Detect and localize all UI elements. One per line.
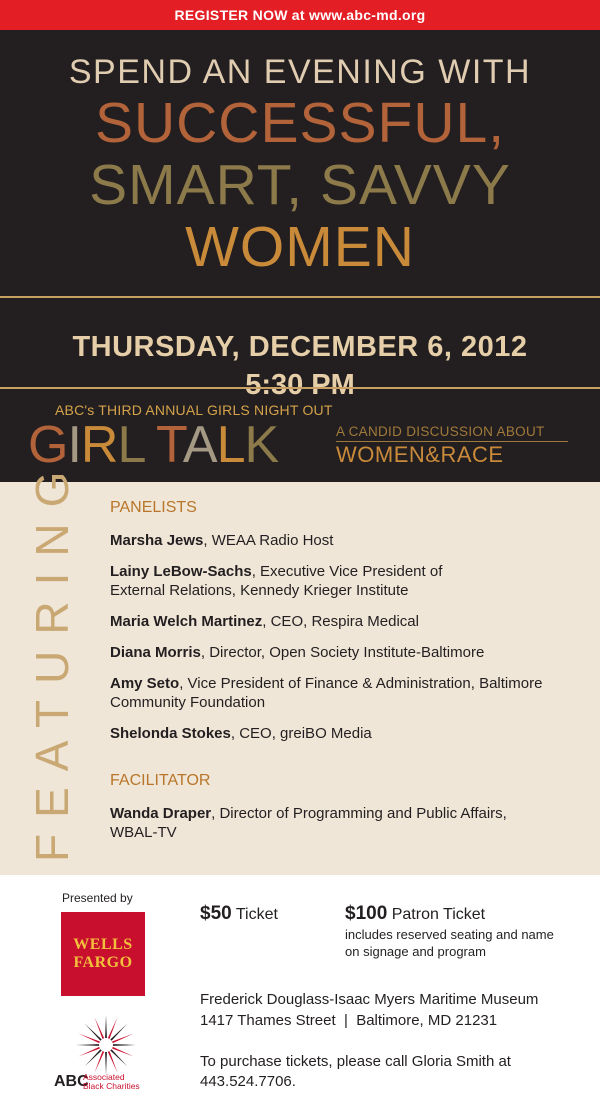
logo-letter: L — [216, 416, 246, 474]
starburst-ray — [112, 1044, 136, 1046]
starburst-ray — [110, 1023, 128, 1041]
wells-fargo-logo: WELLS FARGO — [61, 912, 145, 996]
venue-info: Frederick Douglass-Isaac Myers Maritime … — [200, 989, 538, 1031]
logo-letter: T — [143, 416, 184, 474]
facilitator-entry: Wanda Draper, Director of Programming an… — [110, 804, 530, 842]
flyer: REGISTER NOW at www.abc-md.org SPEND AN … — [0, 0, 600, 1114]
patron-ticket-note: includes reserved seating and name on si… — [345, 927, 554, 959]
panelist-role: , CEO, Respira Medical — [262, 613, 419, 630]
patron-ticket-label: Patron Ticket — [387, 906, 486, 923]
headline-line-3: SMART, SAVVY — [89, 153, 511, 217]
venue-address: 1417 Thames Street | Baltimore, MD 21231 — [200, 1012, 498, 1029]
panelist-role: , Director, Open Society Institute-Balti… — [200, 644, 485, 661]
panelist-role: , CEO, greiBO Media — [230, 725, 372, 742]
headline: SPEND AN EVENING WITH SUCCESSFUL, SMART,… — [0, 30, 600, 278]
panelist-role: , WEAA Radio Host — [203, 532, 334, 549]
event-time: 5:30 PM — [245, 369, 355, 401]
register-banner[interactable]: REGISTER NOW at www.abc-md.org — [0, 0, 600, 30]
wells-fargo-text: FARGO — [73, 954, 133, 971]
standard-ticket-price: $50 — [200, 903, 232, 924]
divider-top — [0, 296, 600, 298]
headline-line-1: SPEND AN EVENING WITH — [68, 53, 532, 91]
panelist-entry: Shelonda Stokes, CEO, greiBO Media — [110, 724, 580, 743]
divider-bottom — [0, 387, 600, 389]
logo-letter: K — [244, 416, 280, 474]
register-url[interactable]: at www.abc-md.org — [292, 7, 426, 23]
panelist-name: Shelonda Stokes — [110, 725, 231, 742]
patron-ticket-price: $100 — [345, 903, 388, 924]
hero-section: SPEND AN EVENING WITH SUCCESSFUL, SMART,… — [0, 30, 600, 482]
standard-ticket-label: Ticket — [231, 906, 278, 923]
event-datetime: THURSDAY, DECEMBER 6, 2012 5:30 PM — [0, 330, 600, 402]
abc-logo-subtitle: Associated Black Charities — [83, 1073, 140, 1091]
panelist-entry: Lainy LeBow-Sachs, Executive Vice Presid… — [110, 562, 490, 600]
standard-ticket: $50 Ticket — [200, 903, 278, 925]
starburst-ray — [84, 1023, 102, 1041]
panelist-entry: Amy Seto, Vice President of Finance & Ad… — [110, 674, 550, 712]
panelist-name: Marsha Jews — [110, 532, 204, 549]
panelist-entry: Diana Morris, Director, Open Society Ins… — [110, 643, 580, 662]
starburst-ray — [76, 1044, 100, 1046]
logo-letter: A — [182, 416, 218, 474]
wells-fargo-text: WELLS — [73, 936, 133, 953]
headline-line-4: WOMEN — [185, 215, 415, 279]
register-now-label: REGISTER NOW — [174, 7, 288, 23]
speaker-list: PANELISTS Marsha Jews, WEAA Radio Host L… — [110, 498, 580, 854]
venue-name: Frederick Douglass-Isaac Myers Maritime … — [200, 991, 539, 1008]
presented-by-label: Presented by — [62, 891, 133, 905]
featuring-vertical-label: FEATURING — [26, 455, 78, 862]
program-subtitle: A CANDID DISCUSSION ABOUT WOMEN&RACE — [336, 424, 568, 468]
event-date: THURSDAY, DECEMBER 6, 2012 — [72, 331, 528, 363]
abc-subtitle-line: Black Charities — [83, 1081, 140, 1091]
logo-letter: R — [80, 416, 119, 474]
headline-line-2: SUCCESSFUL, — [94, 91, 506, 155]
starburst-ray — [105, 1015, 107, 1039]
starburst-ray — [110, 1049, 128, 1067]
starburst-ray — [84, 1049, 102, 1067]
patron-ticket: $100 Patron Ticket — [345, 903, 485, 925]
panelist-name: Lainy LeBow-Sachs — [110, 563, 252, 580]
starburst-center — [100, 1039, 112, 1051]
featuring-section: FEATURING PANELISTS Marsha Jews, WEAA Ra… — [0, 456, 600, 875]
panelist-entry: Maria Welch Martinez, CEO, Respira Medic… — [110, 612, 580, 631]
ticket-info-section: Presented by WELLS FARGO ABC Associated … — [0, 875, 600, 1114]
logo-letter: L — [117, 416, 144, 474]
panelist-name: Diana Morris — [110, 644, 201, 661]
subtitle-top: A CANDID DISCUSSION ABOUT — [336, 424, 568, 442]
panelist-name: Maria Welch Martinez — [110, 613, 263, 630]
panelist-entry: Marsha Jews, WEAA Radio Host — [110, 531, 580, 550]
purchase-instructions: To purchase tickets, please call Gloria … — [200, 1053, 511, 1090]
facilitator-heading: FACILITATOR — [110, 772, 211, 789]
panelists-heading: PANELISTS — [110, 499, 197, 516]
facilitator-name: Wanda Draper — [110, 805, 212, 822]
panelist-name: Amy Seto — [110, 675, 180, 692]
subtitle-bottom: WOMEN&RACE — [336, 442, 504, 467]
